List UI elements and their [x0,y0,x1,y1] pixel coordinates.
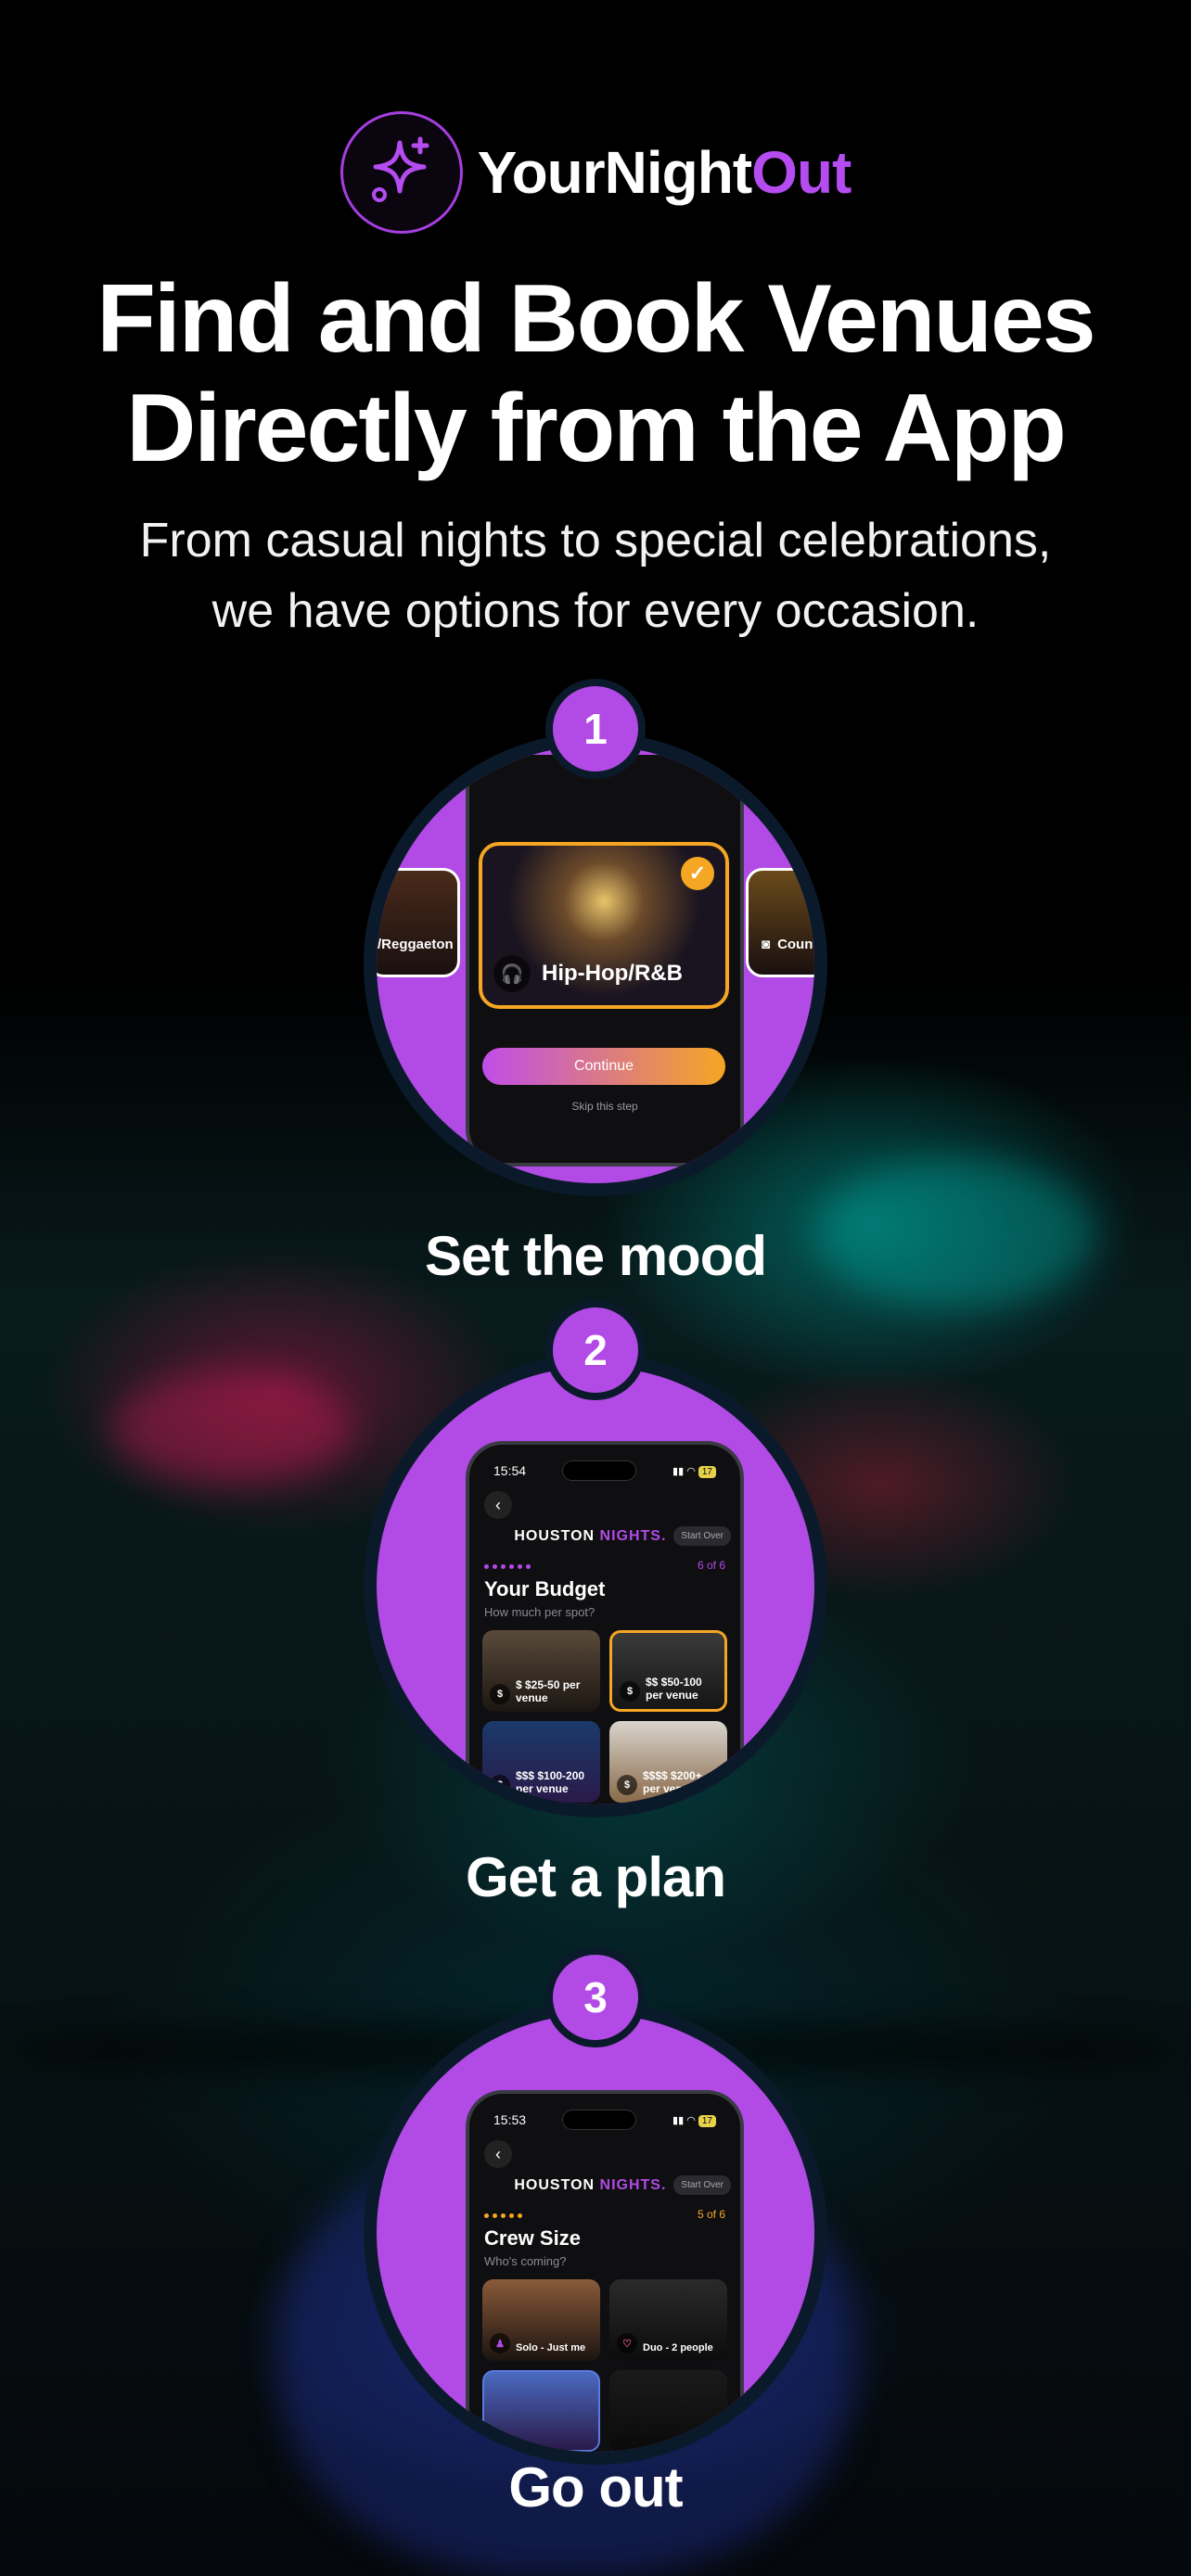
continue-button[interactable]: Continue [482,1048,725,1085]
step-number: 3 [545,1947,646,2047]
back-icon[interactable]: ‹ [484,1491,512,1519]
start-over-button[interactable]: Start Over [673,2175,731,2195]
budget-option-selected[interactable]: $ $$ $50-100 per venue [609,1630,727,1712]
genre-card-selected[interactable]: ✓ 🎧 Hip-Hop/R&B [479,842,729,1009]
progress-dots [484,1559,534,1572]
step-2: 15:54 ▮▮ ◠ 17 ‹ HOUSTON NIGHTS. Start Over… [364,1300,827,1817]
app-brand: HOUSTON NIGHTS. [514,1527,667,1544]
question-title: Crew Size [484,2226,581,2250]
step-1-preview: ✓ 🎧 Hip-Hop/R&B Continue Skip this step … [377,746,814,1183]
step-2-preview: 15:54 ▮▮ ◠ 17 ‹ HOUSTON NIGHTS. Start Over… [377,1367,814,1804]
genre-card-left[interactable]: /Reggaeton [377,868,460,977]
brand-logo: YourNightOut [0,111,1191,234]
step-3-caption: Go out [508,2456,683,2519]
question-subtitle: How much per spot? [484,1605,596,1619]
progress-dots [484,2208,526,2221]
step-number: 2 [545,1300,646,1400]
start-over-button[interactable]: Start Over [673,1526,731,1546]
status-icons: ▮▮ ◠ 17 [672,2114,716,2127]
progress-label: 6 of 6 [697,1559,725,1572]
step-2-caption: Get a plan [465,1846,726,1908]
skip-step-link[interactable]: Skip this step [469,1100,740,1113]
heart-icon: ♡ [617,2333,637,2353]
dollar-icon: $ [617,1775,637,1795]
genre-label: Hip-Hop/R&B [542,961,683,986]
budget-option[interactable]: $ $$$$ $200+ per venue [609,1721,727,1803]
dynamic-island [562,1460,637,1481]
page-subheadline: From casual nights to special celebratio… [139,514,1052,638]
dollar-icon: $ [490,1684,510,1704]
step-3: 15:53 ▮▮ ◠ 17 ‹ HOUSTON NIGHTS. Start Over… [364,1947,827,2465]
back-icon[interactable]: ‹ [484,2140,512,2168]
status-time: 15:54 [493,1463,527,1478]
check-icon: ✓ [681,857,714,890]
speaker-icon: ◙ [762,937,771,952]
crew-option[interactable] [482,2370,600,2452]
question-title: Your Budget [484,1577,606,1600]
dollar-icon: $ [620,1681,640,1702]
crew-option-solo[interactable]: ♟ Solo - Just me [482,2279,600,2361]
app-brand: HOUSTON NIGHTS. [514,2176,667,2193]
budget-option[interactable]: $ $ $25-50 per venue [482,1630,600,1712]
question-subtitle: Who's coming? [484,2254,567,2268]
budget-option[interactable]: $ $$$ $100-200 per venue [482,1721,600,1803]
crew-option-duo[interactable]: ♡ Duo - 2 people [609,2279,727,2361]
page-headline: Find and Book Venues Directly from the A… [96,265,1095,482]
sparkle-icon [339,111,463,234]
person-icon: ♟ [490,2333,510,2353]
dollar-icon: $ [490,1775,510,1795]
brand-name: YourNightOut [477,139,852,206]
step-3-preview: 15:53 ▮▮ ◠ 17 ‹ HOUSTON NIGHTS. Start Over… [377,2014,814,2452]
dynamic-island [562,2110,637,2130]
progress-label: 5 of 6 [697,2208,725,2221]
genre-card-right[interactable]: ◙ Count [746,868,814,977]
crew-option[interactable] [609,2370,727,2452]
step-number: 1 [545,679,646,779]
headphones-icon: 🎧 [493,955,531,992]
status-icons: ▮▮ ◠ 17 [672,1465,716,1478]
status-time: 15:53 [493,2112,527,2127]
step-1-caption: Set the mood [424,1225,767,1287]
step-1: ✓ 🎧 Hip-Hop/R&B Continue Skip this step … [364,679,827,1196]
